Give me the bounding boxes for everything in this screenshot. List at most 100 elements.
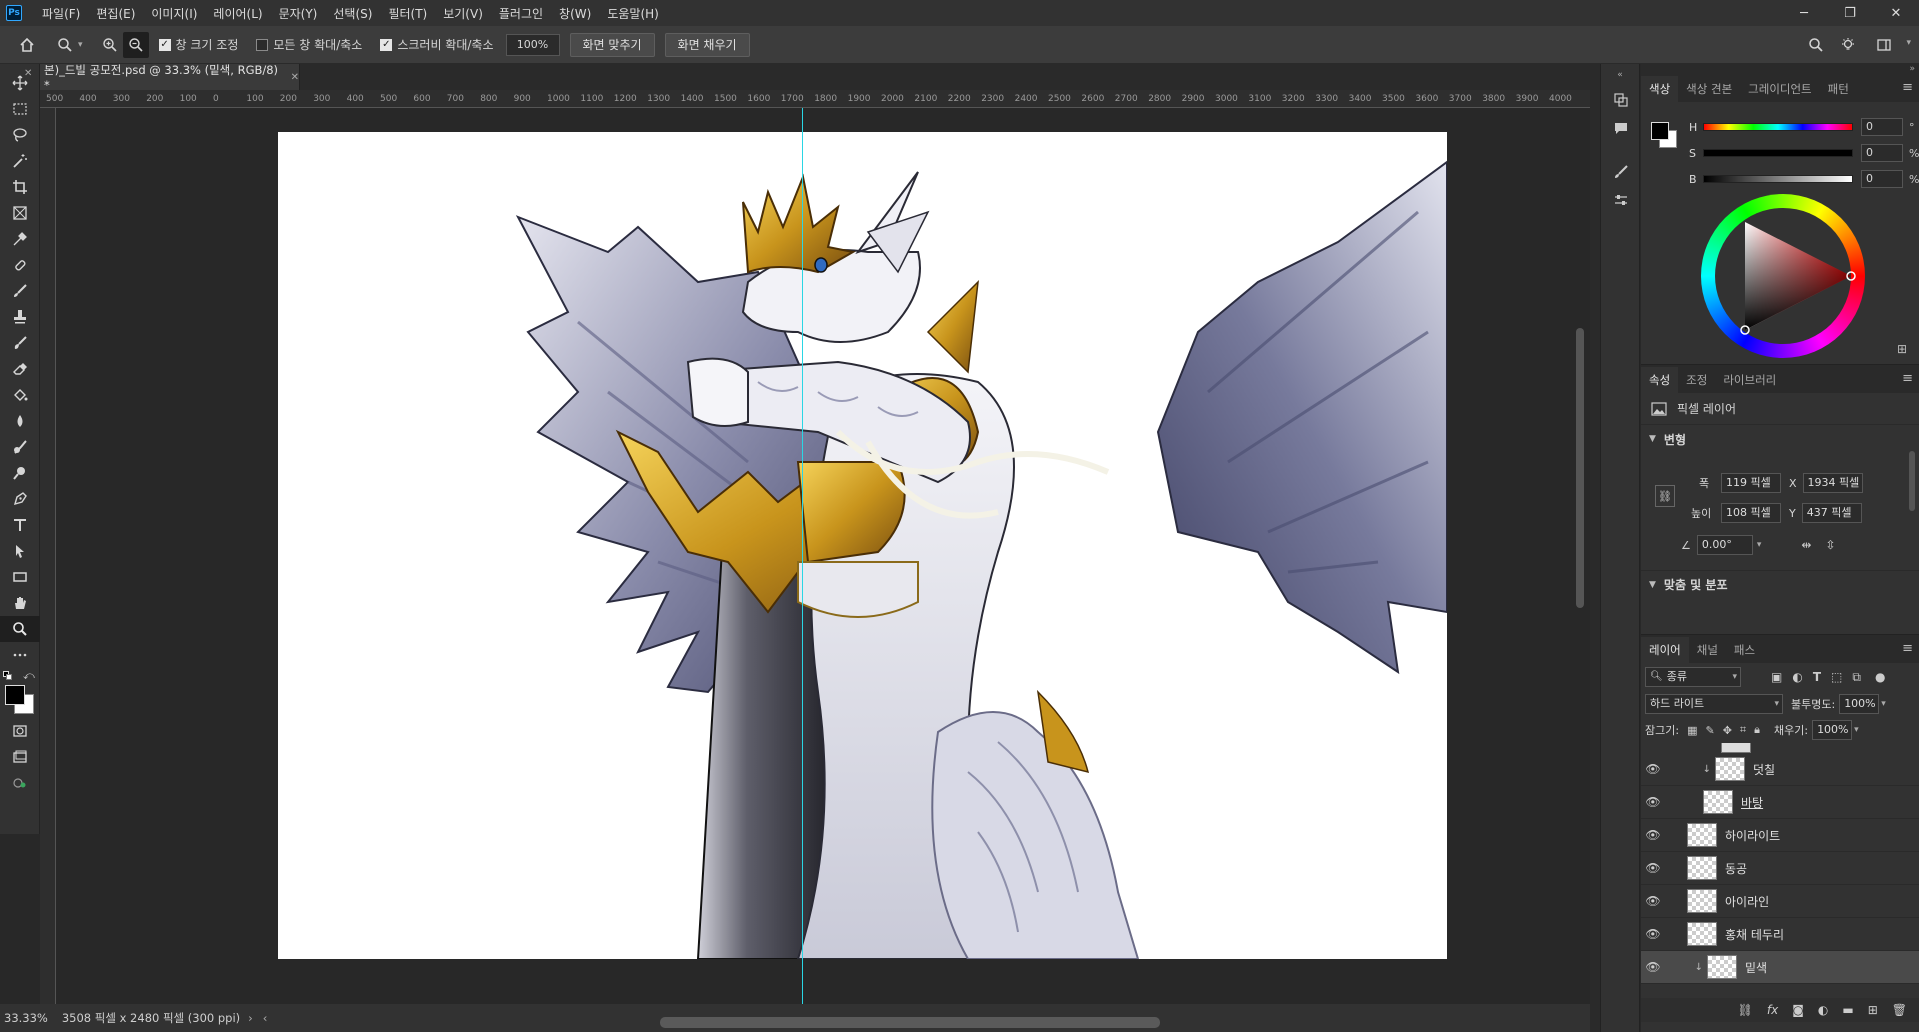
color-triangle[interactable] (1701, 194, 1865, 358)
width-field[interactable]: 119 픽셀 (1721, 473, 1781, 493)
hue-slider[interactable] (1703, 123, 1853, 131)
restore-icon[interactable]: ❐ (1827, 0, 1873, 26)
crop-tool-icon[interactable] (0, 174, 40, 200)
clone-stamp-tool-icon[interactable] (0, 304, 40, 330)
zoom-value-field[interactable]: 100% (505, 33, 560, 56)
panel-menu-icon[interactable]: ≡ (1902, 80, 1913, 95)
search-icon[interactable] (1803, 32, 1829, 58)
adjust-panel-icon[interactable] (1601, 186, 1641, 214)
layer-kind-filter[interactable]: 🔍︎ 종류 ▾ (1645, 667, 1741, 687)
foreground-color-swatch[interactable] (5, 685, 25, 705)
marquee-tool-icon[interactable] (0, 96, 40, 122)
menu-image[interactable]: 이미지(I) (143, 5, 205, 22)
angle-field[interactable]: 0.00° (1696, 535, 1753, 555)
close-tab-icon[interactable]: ✕ (291, 72, 299, 83)
layer-row-eyeline[interactable]: 👁︎ 아이라인 (1641, 885, 1919, 918)
menu-file[interactable]: 파일(F) (34, 5, 88, 22)
smudge-tool-icon[interactable] (0, 434, 40, 460)
document-tab[interactable]: 본)_드빌 공모전.psd @ 33.3% (밑색, RGB/8) * ✕ (40, 63, 300, 92)
collapse-icon[interactable]: « (1601, 64, 1639, 86)
move-tool-icon[interactable] (0, 70, 40, 96)
zoom-all-windows-checkbox[interactable]: 모든 창 확대/축소 (256, 36, 362, 53)
tab-gradients[interactable]: 그레이디언트 (1740, 76, 1819, 102)
menu-help[interactable]: 도움말(H) (599, 5, 667, 22)
tab-libraries[interactable]: 라이브러리 (1715, 367, 1784, 393)
layer-row-pupil[interactable]: 👁︎ 동공 (1641, 852, 1919, 885)
blur-tool-icon[interactable] (0, 408, 40, 434)
panel-foreground-swatch[interactable] (1651, 122, 1669, 140)
pen-tool-icon[interactable] (0, 486, 40, 512)
discover-lightbulb-icon[interactable] (1835, 32, 1861, 58)
scrubby-zoom-checkbox[interactable]: ✓ 스크러비 확대/축소 (380, 36, 494, 53)
tab-adjustments[interactable]: 조정 (1678, 367, 1715, 393)
chevron-down-icon[interactable]: ▾ (1757, 540, 1762, 550)
close-icon[interactable]: ✕ (1873, 0, 1919, 26)
horizontal-scrollbar[interactable] (660, 1017, 1160, 1028)
menu-type[interactable]: 문자(Y) (271, 5, 326, 22)
visibility-eye-icon[interactable]: 👁︎ (1641, 828, 1665, 842)
brush-tool-icon[interactable] (0, 278, 40, 304)
history-brush-tool-icon[interactable] (0, 330, 40, 356)
more-tools-icon[interactable] (0, 642, 40, 668)
visibility-eye-icon[interactable]: 👁︎ (1641, 927, 1665, 941)
filter-smart-object-icon[interactable]: ⧉ (1852, 670, 1861, 685)
screen-mode-icon[interactable] (0, 744, 40, 770)
add-swatch-icon[interactable]: ⊞ (1897, 342, 1907, 356)
zoom-tool-preset-icon[interactable] (52, 32, 78, 58)
tab-patterns[interactable]: 패턴 (1820, 76, 1857, 102)
hue-slider-row[interactable]: H 0 ° (1689, 114, 1919, 140)
fill-screen-button[interactable]: 화면 채우기 (664, 32, 750, 57)
filter-toggle-icon[interactable]: ● (1875, 670, 1885, 684)
minimize-icon[interactable]: ─ (1781, 0, 1827, 26)
panel-menu-icon[interactable]: ≡ (1902, 641, 1913, 656)
magic-wand-tool-icon[interactable] (0, 148, 40, 174)
type-tool-icon[interactable] (0, 512, 40, 538)
home-icon[interactable] (14, 32, 40, 58)
expand-icon[interactable]: » (1641, 64, 1919, 74)
tab-paths[interactable]: 패스 (1726, 637, 1763, 663)
new-group-icon[interactable]: ▬ (1842, 1003, 1853, 1017)
paint-bucket-tool-icon[interactable] (0, 382, 40, 408)
tab-channels[interactable]: 채널 (1689, 637, 1726, 663)
visibility-eye-icon[interactable]: 👁︎ (1641, 861, 1665, 875)
blend-mode-select[interactable]: 하드 라이트 ▾ (1645, 694, 1783, 714)
menu-plugins[interactable]: 플러그인 (491, 5, 551, 22)
height-field[interactable]: 108 픽셀 (1721, 503, 1781, 523)
menu-view[interactable]: 보기(V) (435, 5, 491, 22)
link-dimensions-icon[interactable]: ⛓ (1655, 485, 1675, 507)
filter-type-icon[interactable]: T (1813, 670, 1821, 684)
tab-properties[interactable]: 속성 (1641, 367, 1679, 393)
healing-brush-tool-icon[interactable] (0, 252, 40, 278)
visibility-eye-icon[interactable]: 👁︎ (1641, 795, 1665, 809)
chevron-down-icon[interactable]: ▾ (1854, 725, 1859, 735)
visibility-eye-icon[interactable]: 👁︎ (1641, 762, 1665, 776)
brightness-slider-row[interactable]: B 0 % (1689, 166, 1919, 192)
dodge-tool-icon[interactable] (0, 460, 40, 486)
layer-row-batang[interactable]: 👁︎ 바탕 (1641, 786, 1919, 819)
zoom-in-icon[interactable] (97, 32, 123, 58)
tab-color[interactable]: 색상 (1641, 76, 1679, 102)
resize-windows-checkbox[interactable]: ✓ 창 크기 조정 (158, 36, 238, 53)
swap-colors-icon[interactable]: ⤺ (23, 669, 35, 683)
adjustment-layer-icon[interactable]: ◐ (1818, 1003, 1828, 1017)
filter-pixel-icon[interactable]: ▣ (1771, 670, 1782, 684)
zoom-tool-icon[interactable] (0, 616, 40, 642)
tab-swatches[interactable]: 색상 견본 (1678, 76, 1740, 102)
align-section-header[interactable]: ▼ 맞춤 및 분포 (1641, 570, 1919, 598)
filter-adjustment-icon[interactable]: ◐ (1792, 670, 1802, 684)
brushes-panel-icon[interactable] (1601, 158, 1641, 186)
guide-line[interactable] (802, 108, 803, 1018)
history-panel-icon[interactable] (1601, 86, 1641, 114)
brightness-value[interactable]: 0 (1861, 170, 1903, 188)
menu-layer[interactable]: 레이어(L) (205, 5, 270, 22)
flip-horizontal-icon[interactable]: ⇹ (1801, 538, 1811, 552)
lock-image-icon[interactable]: ✎ (1705, 724, 1714, 737)
chevron-right-icon[interactable]: › (248, 1011, 253, 1025)
layer-row-highlight[interactable]: 👁︎ 하이라이트 (1641, 819, 1919, 852)
chevron-down-icon[interactable]: ▾ (78, 40, 83, 50)
delete-layer-icon[interactable]: 🗑︎ (1892, 1003, 1907, 1017)
document-info[interactable]: 3508 픽셀 x 2480 픽셀 (300 ppi) (62, 1010, 240, 1026)
layer-row-iris-border[interactable]: 👁︎ 홍채 테두리 (1641, 918, 1919, 951)
color-swatch-pair[interactable] (1649, 120, 1679, 150)
color-wheel[interactable] (1701, 194, 1865, 358)
